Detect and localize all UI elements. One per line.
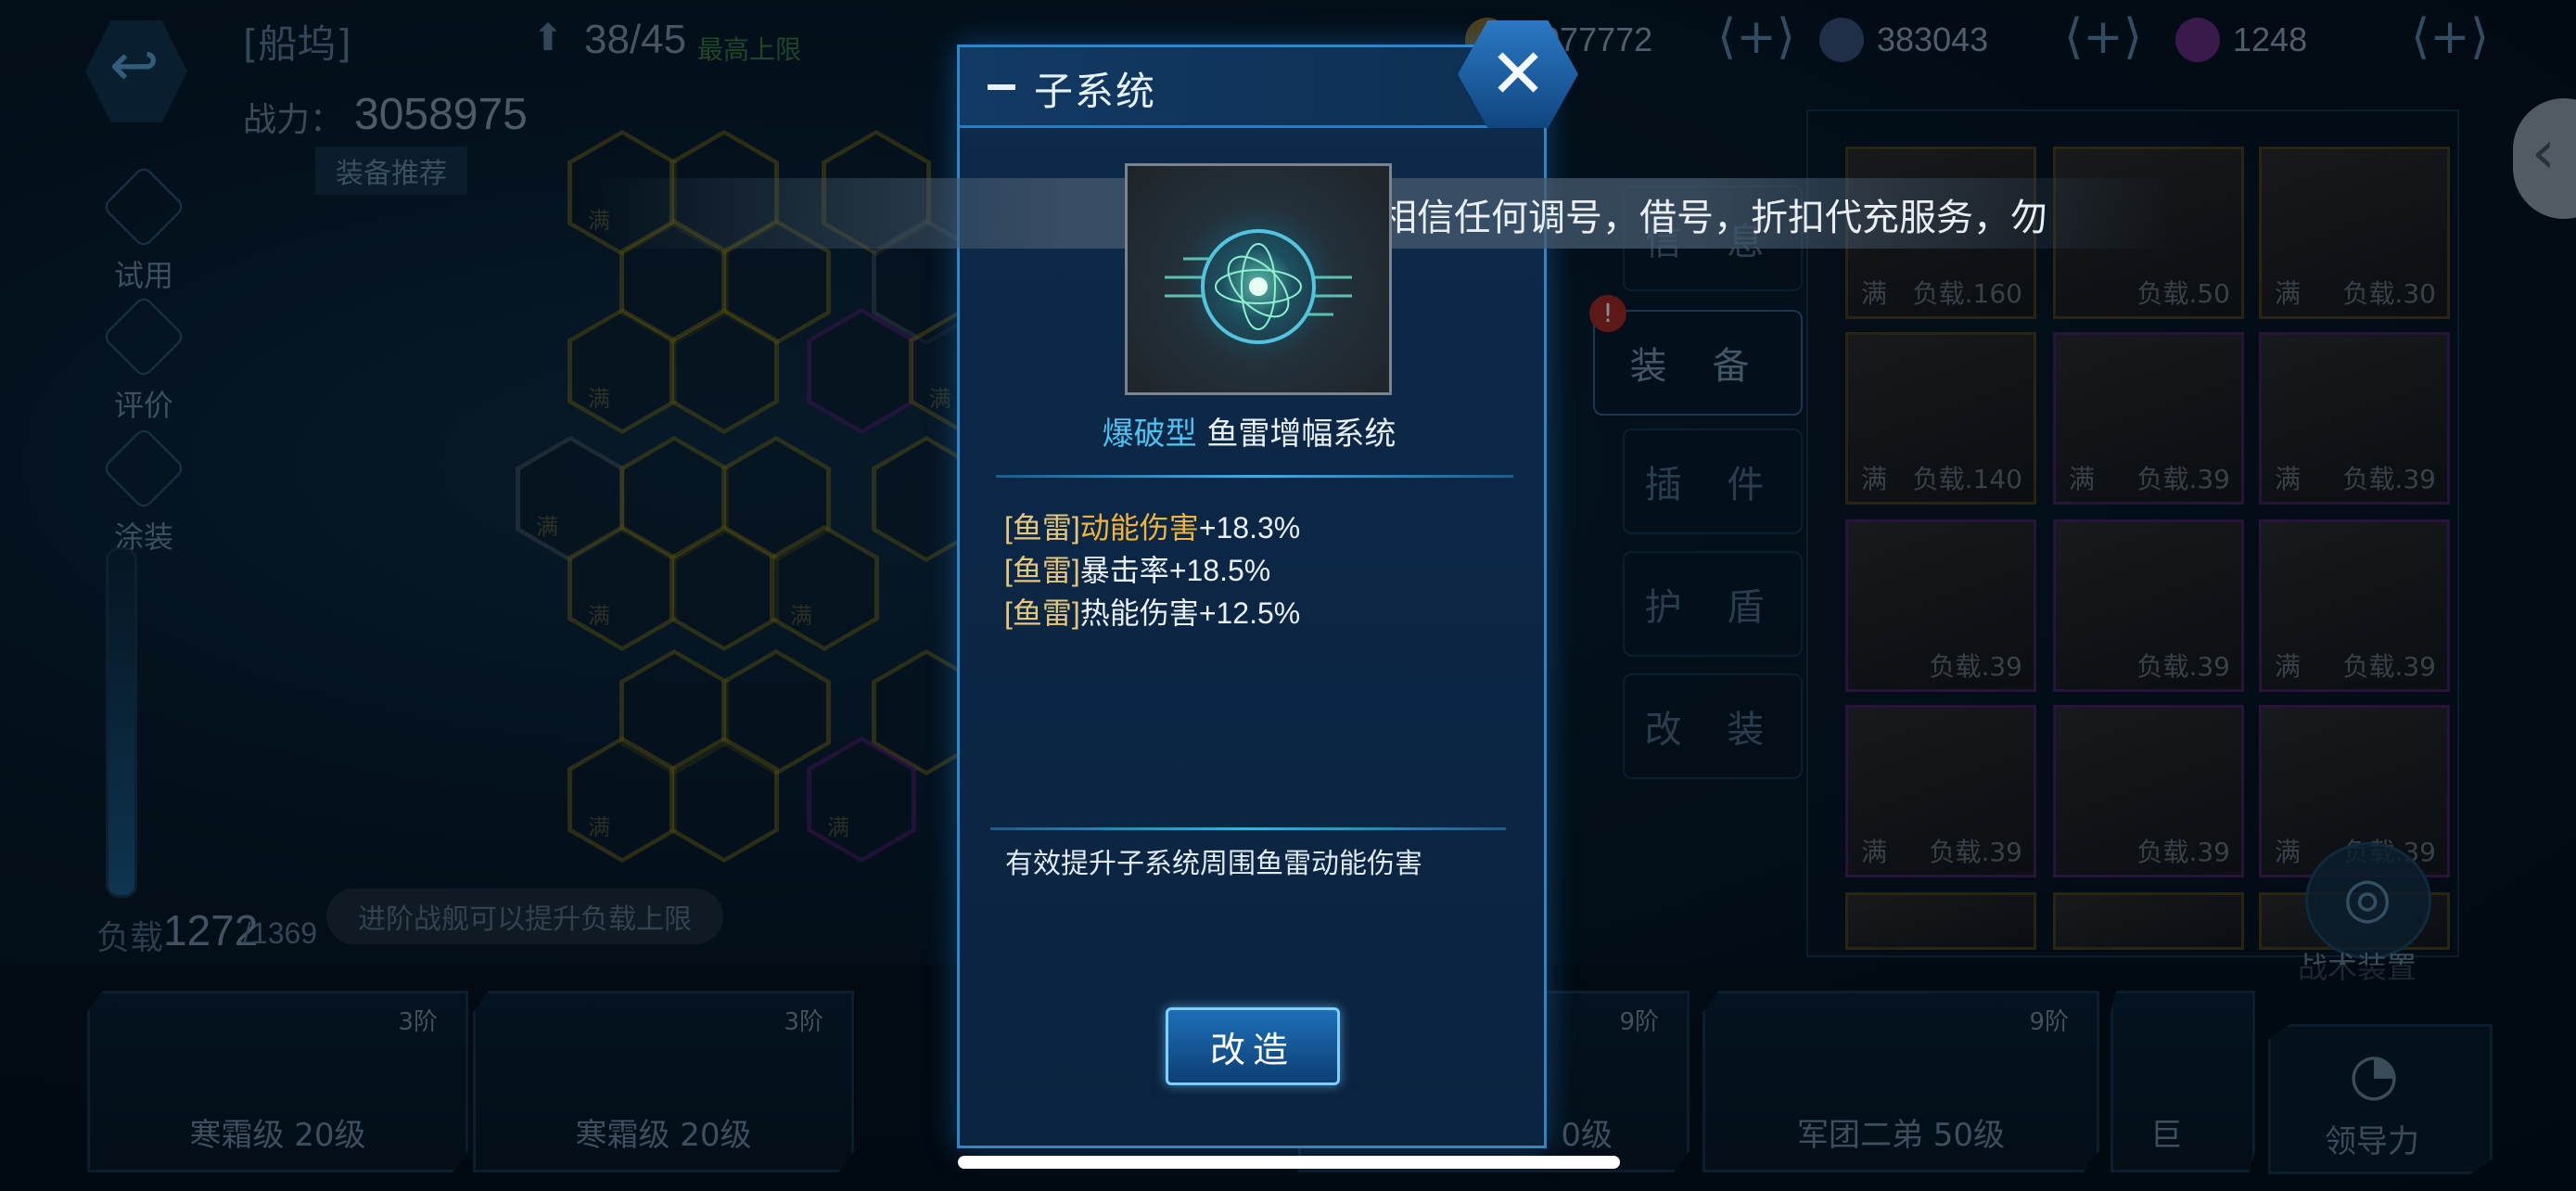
- stats-divider: [996, 475, 1513, 478]
- item-name: 鱼雷增幅系统: [1206, 416, 1396, 453]
- stat-value: +12.5%: [1198, 596, 1301, 630]
- modal-header: 子系统: [960, 47, 1544, 128]
- stat-tag: [鱼雷]: [1004, 596, 1080, 630]
- stat-row: [鱼雷]热能伤害+12.5%: [1004, 590, 1300, 633]
- item-description: 有效提升子系统周围鱼雷动能伤害: [1005, 848, 1422, 880]
- stat-tag: [鱼雷]: [1004, 511, 1080, 544]
- stat-name: 动能伤害: [1079, 511, 1199, 544]
- atom-circuit-icon: [1165, 229, 1352, 344]
- modal-title: 子系统: [1034, 69, 1157, 114]
- modify-button[interactable]: 改造: [1166, 1007, 1340, 1085]
- item-image: [1125, 163, 1392, 395]
- notice-text: 切勿相信任何调号，借号，折扣代充服务，勿: [1306, 197, 2047, 239]
- close-icon: ✕: [1488, 34, 1547, 114]
- modify-button-label: 改造: [1209, 1029, 1295, 1070]
- description-divider: [990, 827, 1506, 830]
- stat-row: [鱼雷]动能伤害+18.3%: [1004, 505, 1300, 547]
- home-indicator[interactable]: [958, 1156, 1620, 1169]
- minus-icon: [988, 84, 1015, 90]
- stat-tag: [鱼雷]: [1004, 554, 1080, 587]
- stat-row: [鱼雷]暴击率+18.5%: [1004, 547, 1270, 590]
- stat-name: 暴击率: [1079, 554, 1169, 587]
- item-title: 爆破型 鱼雷增幅系统: [957, 408, 1541, 454]
- stat-name: 热能伤害: [1079, 596, 1199, 630]
- item-type: 爆破型: [1102, 416, 1197, 453]
- stat-value: +18.5%: [1168, 554, 1271, 587]
- stat-value: +18.3%: [1198, 511, 1301, 544]
